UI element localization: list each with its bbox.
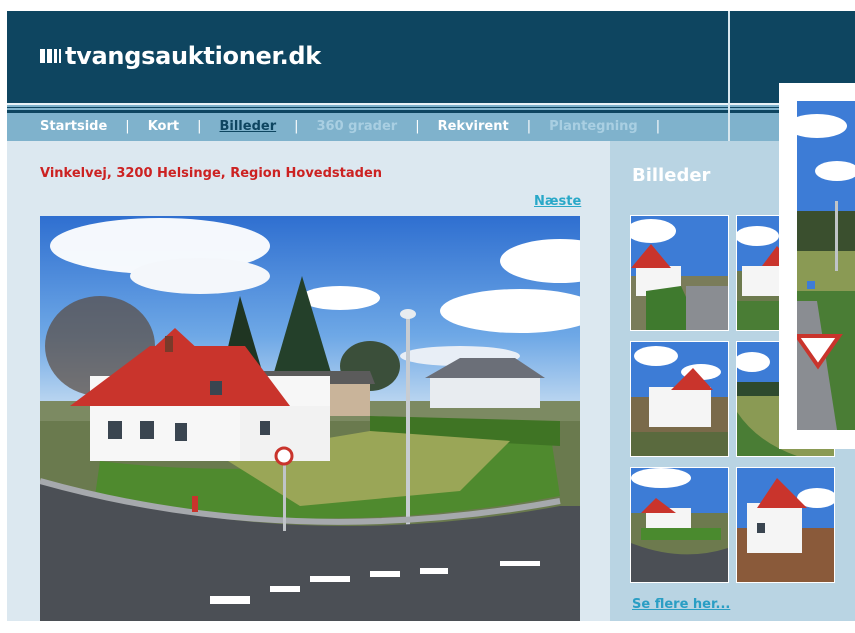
see-more-link[interactable]: Se flere her...	[632, 597, 730, 612]
nav-items: Startside | Kort | Billeder | 360 grader…	[40, 119, 678, 134]
nav-separator: |	[655, 119, 661, 134]
nav-separator: |	[526, 119, 532, 134]
thumbnail-image	[631, 216, 728, 330]
thumbnail-6[interactable]	[736, 467, 835, 583]
thumbnail-image	[631, 468, 728, 582]
nav-item-360-grader: 360 grader	[316, 119, 398, 134]
main-property-photo[interactable]	[40, 216, 580, 621]
nav-separator: |	[197, 119, 202, 134]
thumbnail-3[interactable]	[630, 341, 729, 457]
nav-item-plantegning: Plantegning	[549, 119, 638, 134]
nav-item-billeder[interactable]: Billeder	[219, 119, 276, 134]
property-address: Vinkelvej, 3200 Helsinge, Region Hovedst…	[40, 166, 383, 181]
nav-separator: |	[415, 119, 420, 134]
thumbnail-image	[737, 468, 834, 582]
nav-item-startside[interactable]: Startside	[40, 119, 107, 134]
overlay-photo[interactable]	[797, 101, 855, 430]
nav-item-rekvirent[interactable]: Rekvirent	[438, 119, 509, 134]
nav-separator: |	[294, 119, 299, 134]
nav-item-kort[interactable]: Kort	[148, 119, 179, 134]
next-photo-link[interactable]: Næste	[534, 194, 581, 209]
bars-icon	[40, 49, 61, 63]
thumbnail-image	[631, 342, 728, 456]
sidebar-title: Billeder	[632, 165, 711, 186]
overlay-divider-line	[728, 11, 730, 146]
nav-separator: |	[125, 119, 130, 134]
thumbnail-1[interactable]	[630, 215, 729, 331]
overlay-photo-illustration	[797, 101, 855, 430]
house-photo-illustration	[40, 216, 580, 621]
site-logo[interactable]: tvangsauktioner.dk	[40, 42, 321, 70]
thumbnail-5[interactable]	[630, 467, 729, 583]
logo-text: tvangsauktioner.dk	[65, 42, 321, 70]
